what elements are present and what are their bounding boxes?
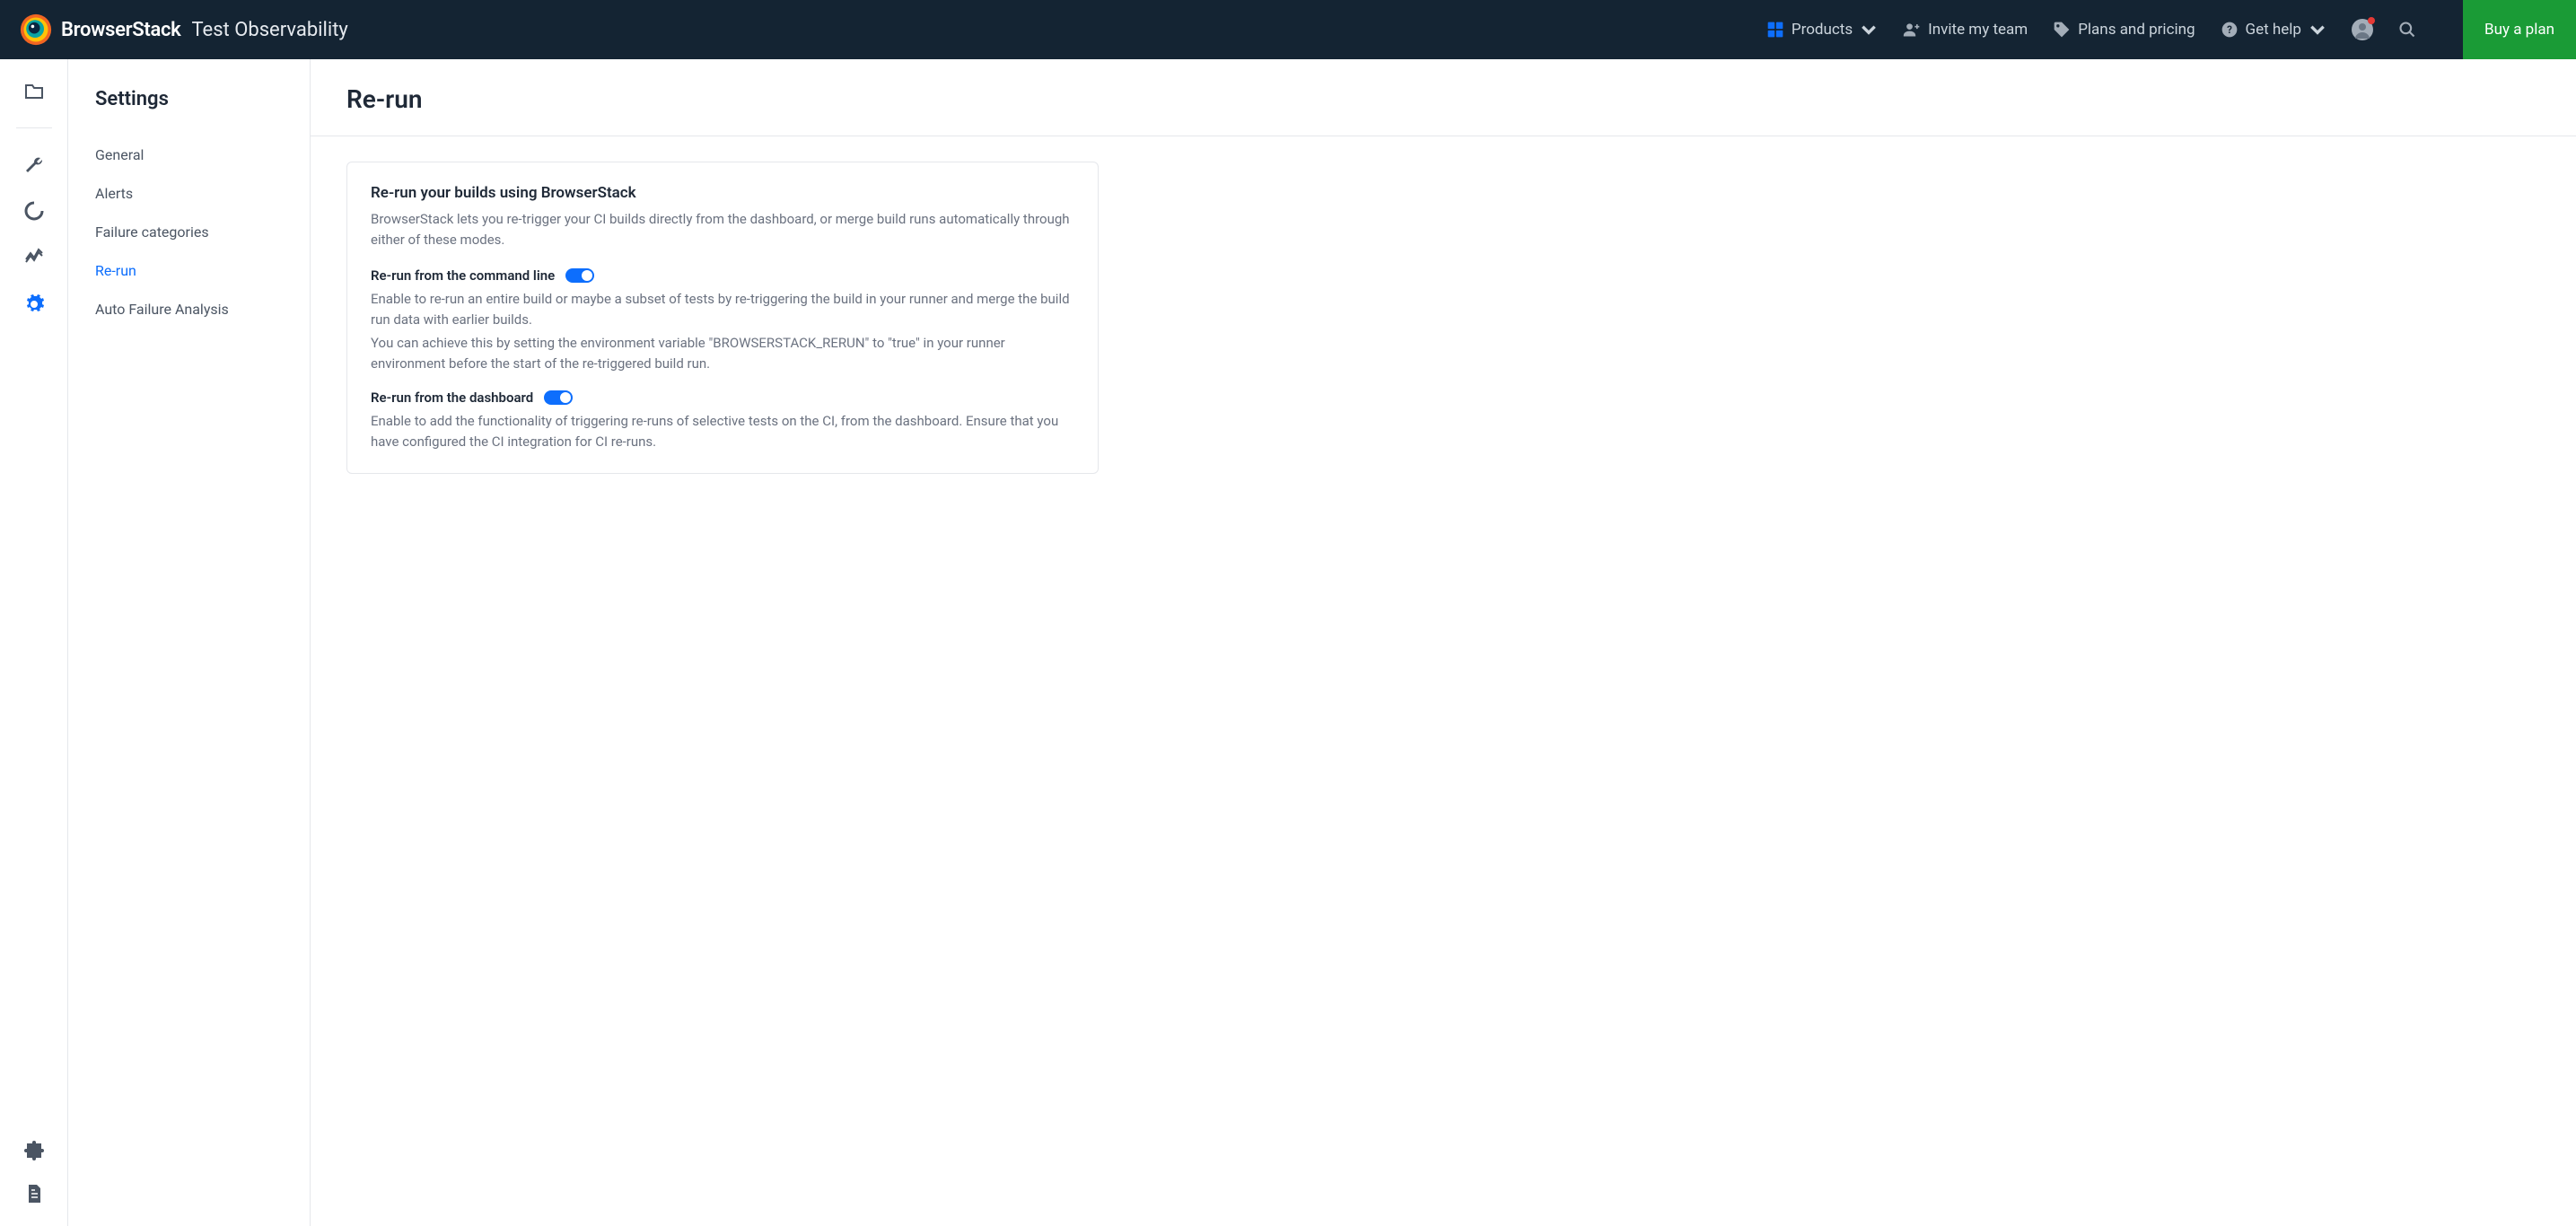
page-title: Re-run: [346, 84, 2540, 136]
gear-icon[interactable]: [23, 293, 45, 315]
product-name[interactable]: Test Observability: [191, 19, 347, 41]
sidebar-item-auto-failure-analysis[interactable]: Auto Failure Analysis: [95, 290, 310, 328]
setting-label: Re-run from the command line: [371, 267, 555, 284]
setting-description: Enable to re-run an entire build or mayb…: [371, 289, 1074, 329]
browserstack-logo-icon: [20, 13, 52, 46]
settings-sidebar: Settings General Alerts Failure categori…: [68, 59, 311, 1226]
circle-progress-icon[interactable]: [23, 200, 45, 222]
nav-search[interactable]: [2398, 21, 2416, 39]
nav-plans[interactable]: Plans and pricing: [2053, 21, 2195, 39]
nav-invite[interactable]: Invite my team: [1903, 21, 2028, 39]
sidebar-item-general[interactable]: General: [95, 136, 310, 174]
chevron-down-icon: [2309, 21, 2326, 39]
nav-invite-label: Invite my team: [1928, 21, 2028, 39]
sidebar-item-rerun[interactable]: Re-run: [95, 251, 310, 290]
brand-name: BrowserStack: [61, 19, 180, 41]
setting-rerun-cli: Re-run from the command line Enable to r…: [371, 267, 1074, 373]
setting-description: Enable to add the functionality of trigg…: [371, 411, 1074, 451]
invite-icon: [1903, 21, 1921, 39]
card-description: BrowserStack lets you re-trigger your CI…: [371, 209, 1074, 250]
puzzle-icon[interactable]: [23, 1140, 45, 1161]
tag-icon: [2053, 21, 2071, 39]
header-nav: Products Invite my team Plans and pricin…: [1766, 0, 2576, 59]
wrench-icon[interactable]: [23, 153, 45, 175]
buy-plan-label: Buy a plan: [2484, 21, 2554, 39]
setting-description-2: You can achieve this by setting the envi…: [371, 333, 1074, 373]
icon-rail: [0, 59, 68, 1226]
search-icon: [2398, 21, 2416, 39]
toggle-rerun-cli[interactable]: [565, 268, 594, 283]
svg-text:?: ?: [2227, 23, 2232, 36]
nav-help-label: Get help: [2246, 21, 2301, 39]
setting-label: Re-run from the dashboard: [371, 390, 533, 406]
grid-icon: [1766, 21, 1784, 39]
nav-help[interactable]: ? Get help: [2221, 21, 2326, 39]
setting-rerun-dashboard: Re-run from the dashboard Enable to add …: [371, 390, 1074, 451]
document-icon[interactable]: [23, 1183, 45, 1204]
trend-icon[interactable]: [23, 247, 45, 268]
rerun-card: Re-run your builds using BrowserStack Br…: [346, 162, 1099, 474]
folder-icon[interactable]: [23, 81, 45, 102]
toggle-rerun-dashboard[interactable]: [544, 390, 573, 405]
chevron-down-icon: [1860, 21, 1878, 39]
buy-plan-button[interactable]: Buy a plan: [2463, 0, 2576, 59]
nav-products-label: Products: [1792, 21, 1853, 39]
sidebar-item-alerts[interactable]: Alerts: [95, 174, 310, 213]
card-title: Re-run your builds using BrowserStack: [371, 184, 1074, 202]
logo[interactable]: BrowserStack: [20, 13, 180, 46]
sidebar-title: Settings: [95, 88, 310, 110]
help-icon: ?: [2221, 21, 2239, 39]
nav-products[interactable]: Products: [1766, 21, 1878, 39]
sidebar-item-failure-categories[interactable]: Failure categories: [95, 213, 310, 251]
notification-dot: [2368, 17, 2375, 24]
top-header: BrowserStack Test Observability Products…: [0, 0, 2576, 59]
avatar-icon: [2352, 19, 2373, 40]
main-content: Re-run Re-run your builds using BrowserS…: [311, 59, 2576, 1226]
nav-account[interactable]: [2352, 19, 2373, 40]
nav-plans-label: Plans and pricing: [2078, 21, 2195, 39]
rail-divider: [16, 127, 52, 128]
